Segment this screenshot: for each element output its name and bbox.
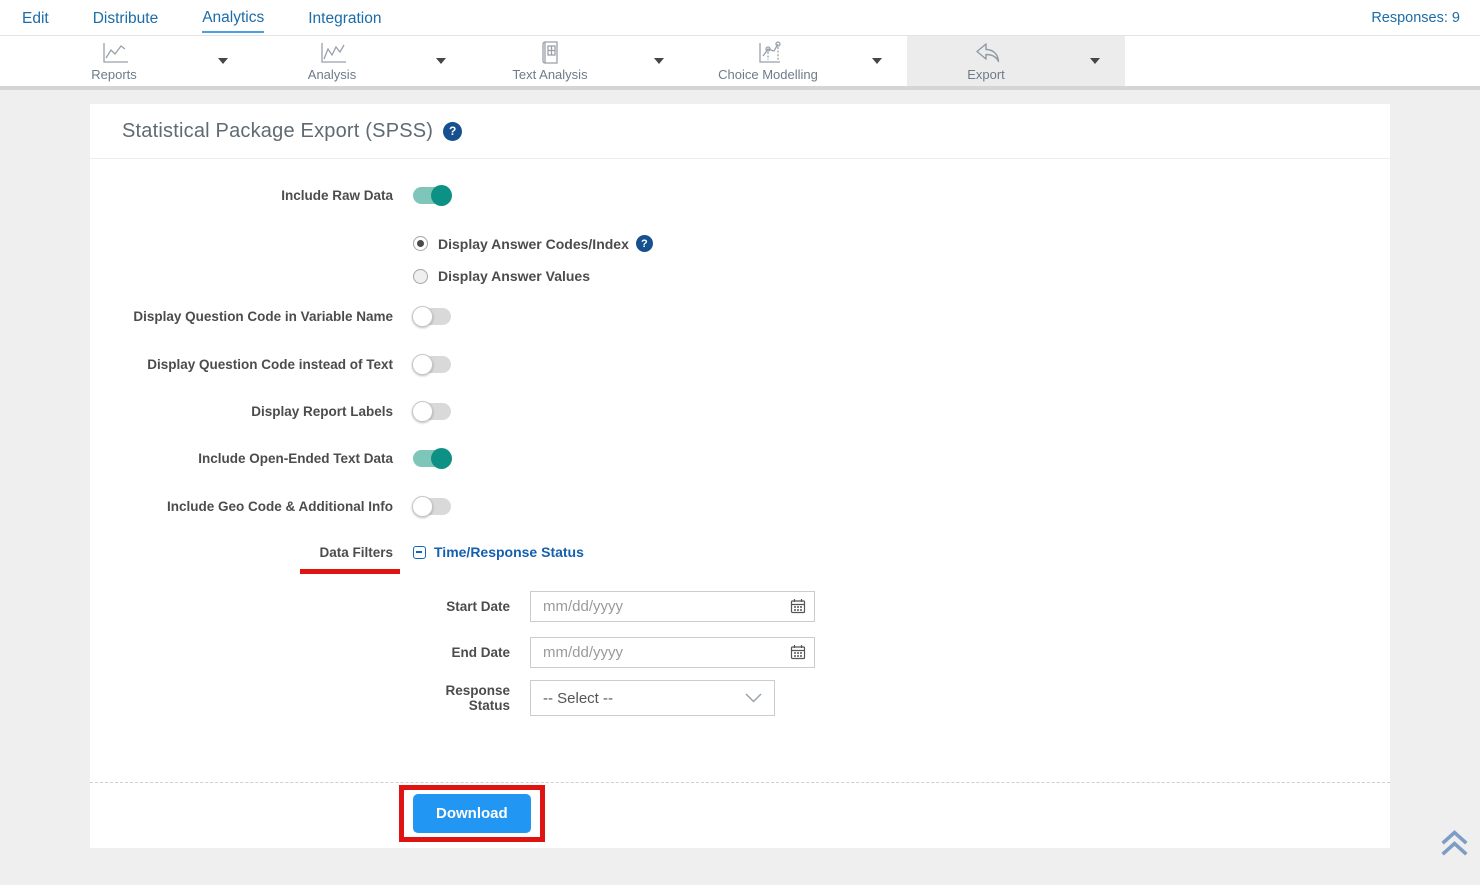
geo-code-toggle[interactable]	[413, 498, 451, 515]
end-date-input[interactable]	[530, 637, 815, 668]
dot-bar-chart-icon	[753, 40, 783, 66]
toggle-knob	[412, 354, 433, 375]
display-answer-codes-radio[interactable]	[413, 236, 428, 251]
question-code-text-toggle[interactable]	[413, 356, 451, 373]
tab-analysis[interactable]: Analysis	[253, 36, 411, 86]
annotation-underline	[300, 569, 400, 574]
response-status-row: Response Status -- Select --	[90, 680, 1390, 716]
nav-distribute[interactable]: Distribute	[93, 4, 158, 32]
open-ended-toggle[interactable]	[413, 450, 451, 467]
data-filters-label: Data Filters	[90, 545, 393, 560]
tab-export-label: Export	[967, 67, 1005, 82]
report-labels-toggle[interactable]	[413, 403, 451, 420]
toggle-knob	[412, 306, 433, 327]
include-raw-data-toggle[interactable]	[413, 187, 451, 204]
chevron-down-icon	[436, 58, 446, 64]
answer-codes-option-row: Display Answer Codes/Index ?	[413, 235, 1390, 252]
start-date-row: Start Date	[90, 591, 1390, 622]
start-date-label: Start Date	[90, 599, 510, 614]
section-divider	[90, 782, 1390, 783]
tab-export-dropdown[interactable]	[1065, 36, 1125, 86]
open-ended-row: Include Open-Ended Text Data	[90, 450, 1390, 467]
download-button[interactable]: Download	[413, 794, 531, 833]
question-code-text-row: Display Question Code instead of Text	[90, 356, 1390, 373]
trend-chart-icon	[316, 40, 348, 66]
chevron-down-icon	[218, 58, 228, 64]
tab-text-analysis[interactable]: Text Analysis	[471, 36, 629, 86]
question-code-variable-toggle[interactable]	[413, 308, 451, 325]
tab-export[interactable]: Export	[907, 36, 1065, 86]
document-grid-icon	[536, 40, 564, 66]
page-title: Statistical Package Export (SPSS)	[122, 120, 433, 143]
chevron-down-icon	[654, 58, 664, 64]
geo-code-row: Include Geo Code & Additional Info	[90, 498, 1390, 515]
export-arrow-icon	[971, 40, 1001, 66]
calendar-icon[interactable]	[790, 598, 806, 619]
collapse-minus-icon	[413, 546, 426, 559]
time-response-status-section[interactable]: Time/Response Status	[413, 544, 584, 560]
panel-header: Statistical Package Export (SPSS) ?	[90, 104, 1390, 159]
line-chart-icon	[98, 40, 130, 66]
tab-analysis-group: Analysis	[253, 36, 471, 86]
toggle-knob	[412, 401, 433, 422]
tab-text-analysis-dropdown[interactable]	[629, 36, 689, 86]
annotation-box: Download	[399, 785, 545, 842]
tab-reports[interactable]: Reports	[35, 36, 193, 86]
scroll-to-top-button[interactable]	[1441, 828, 1468, 864]
end-date-label: End Date	[90, 645, 510, 660]
tab-reports-group: Reports	[35, 36, 253, 86]
question-code-variable-row: Display Question Code in Variable Name	[90, 308, 1390, 325]
display-answer-codes-label: Display Answer Codes/Index	[438, 236, 629, 252]
tab-reports-dropdown[interactable]	[193, 36, 253, 86]
chevron-down-icon	[872, 58, 882, 64]
nav-edit[interactable]: Edit	[22, 4, 49, 32]
question-mark-icon[interactable]: ?	[443, 122, 462, 141]
tab-text-analysis-group: Text Analysis	[471, 36, 689, 86]
response-status-label: Response Status	[435, 683, 510, 713]
tab-analysis-dropdown[interactable]	[411, 36, 471, 86]
analytics-tabstrip: Reports Analysis	[0, 36, 1480, 90]
top-navbar: Edit Distribute Analytics Integration Re…	[0, 0, 1480, 36]
chevron-down-icon	[745, 693, 762, 703]
display-answer-values-radio[interactable]	[413, 269, 428, 284]
nav-analytics[interactable]: Analytics	[202, 3, 264, 33]
time-response-status-label: Time/Response Status	[434, 544, 584, 560]
response-status-select[interactable]: -- Select --	[530, 680, 775, 716]
report-labels-label: Display Report Labels	[90, 404, 393, 419]
double-chevron-up-icon	[1441, 828, 1468, 859]
tab-choice-modelling-label: Choice Modelling	[718, 67, 818, 82]
nav-integration[interactable]: Integration	[308, 4, 381, 32]
tab-choice-modelling[interactable]: Choice Modelling	[689, 36, 847, 86]
tab-choice-modelling-group: Choice Modelling	[689, 36, 907, 86]
toggle-knob	[431, 185, 452, 206]
display-answer-values-label: Display Answer Values	[438, 268, 590, 284]
tab-text-analysis-label: Text Analysis	[512, 67, 587, 82]
question-mark-icon[interactable]: ?	[636, 235, 653, 252]
chevron-down-icon	[1090, 58, 1100, 64]
geo-code-label: Include Geo Code & Additional Info	[90, 499, 393, 514]
tab-analysis-label: Analysis	[308, 67, 356, 82]
answer-values-option-row: Display Answer Values	[413, 268, 1390, 284]
question-code-variable-label: Display Question Code in Variable Name	[90, 309, 393, 324]
include-raw-data-row: Include Raw Data	[90, 187, 1390, 204]
report-labels-row: Display Report Labels	[90, 403, 1390, 420]
end-date-row: End Date	[90, 637, 1390, 668]
toggle-knob	[412, 496, 433, 517]
tab-choice-modelling-dropdown[interactable]	[847, 36, 907, 86]
responses-count[interactable]: Responses: 9	[1371, 10, 1460, 26]
tab-export-group: Export	[907, 36, 1125, 86]
open-ended-label: Include Open-Ended Text Data	[90, 451, 393, 466]
export-panel: Statistical Package Export (SPSS) ? Incl…	[90, 104, 1390, 848]
calendar-icon[interactable]	[790, 644, 806, 665]
include-raw-data-label: Include Raw Data	[90, 188, 393, 203]
tab-reports-label: Reports	[91, 67, 137, 82]
data-filters-row: Data Filters Time/Response Status	[90, 544, 1390, 560]
toggle-knob	[431, 448, 452, 469]
response-status-selected-value: -- Select --	[543, 690, 613, 707]
start-date-input[interactable]	[530, 591, 815, 622]
question-code-text-label: Display Question Code instead of Text	[90, 357, 393, 372]
